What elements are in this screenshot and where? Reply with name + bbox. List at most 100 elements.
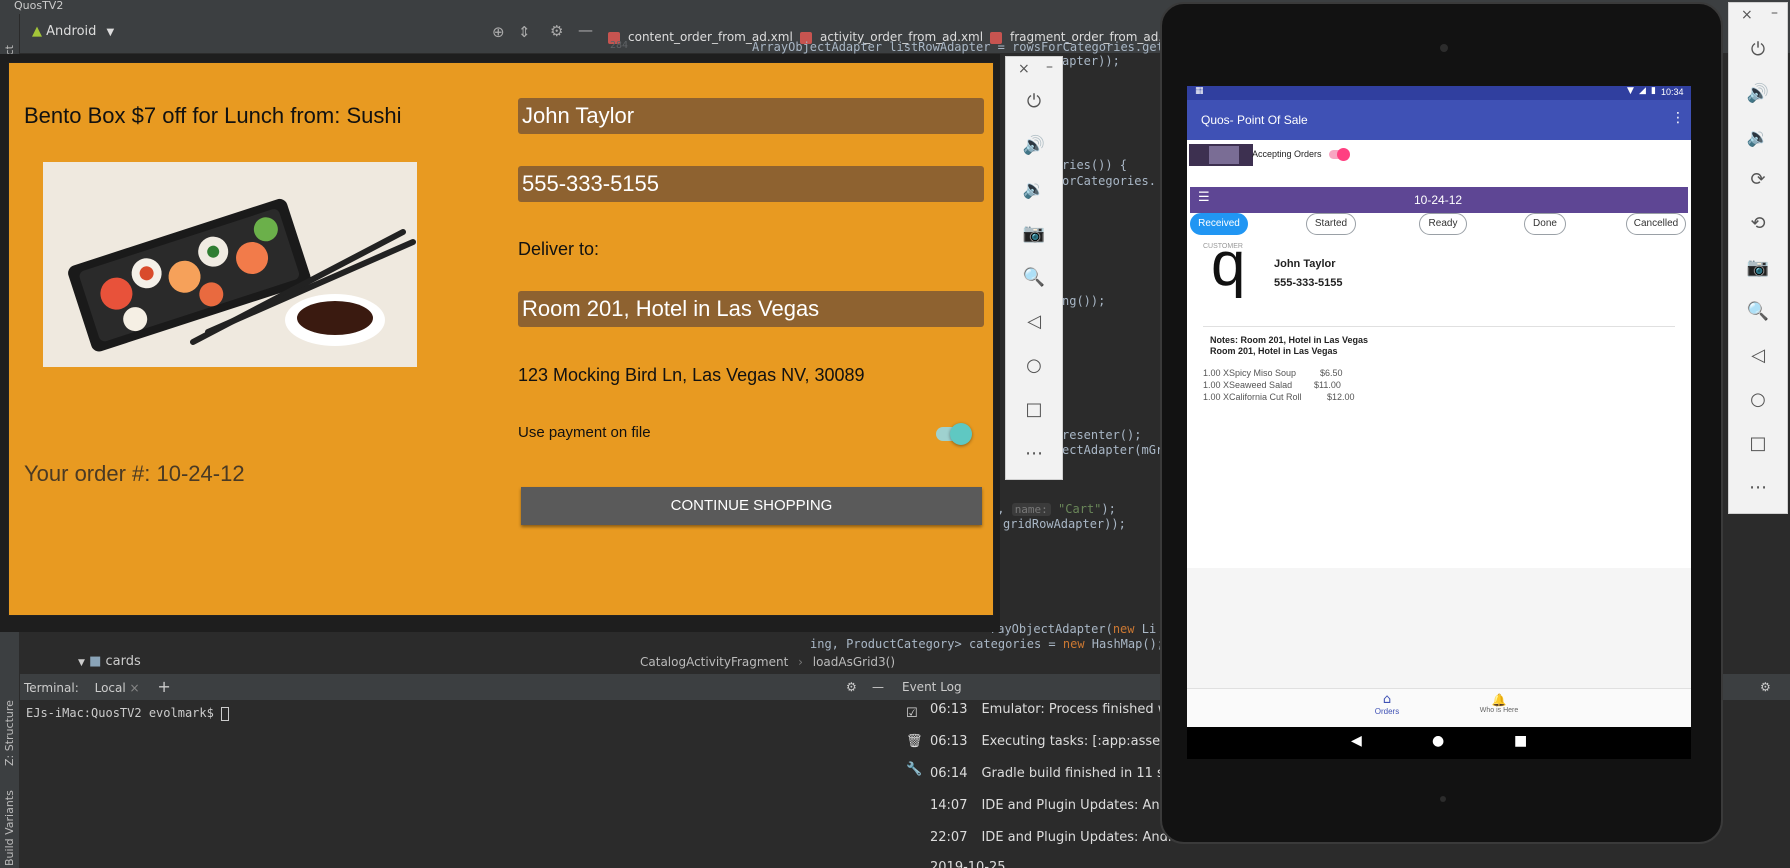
home-icon[interactable]: ●	[1432, 733, 1444, 749]
structure-tool-label[interactable]: Z: Structure	[3, 700, 16, 766]
home-icon: ⌂	[1382, 692, 1392, 707]
event-log-entry[interactable]: 06:14 Gradle build finished in 11 s	[930, 766, 1178, 781]
volume-up-icon[interactable]: 🔊	[1006, 135, 1062, 156]
gear-icon[interactable]: ⚙	[1760, 674, 1771, 700]
payment-label: Use payment on file	[518, 424, 651, 441]
battery-icon: ▮	[1651, 86, 1656, 96]
tablet-screen: ▦ ▼ ◢ ▮ 10:34 Quos- Point Of Sale ⋮ Acce…	[1187, 86, 1691, 727]
breadcrumb-item[interactable]: CatalogActivityFragment	[640, 655, 788, 669]
name-field[interactable]: John Taylor	[518, 98, 984, 134]
code-line: ries()) {	[1062, 158, 1128, 172]
power-icon[interactable]: ⏻	[1006, 91, 1062, 112]
event-log-panel: ☑ 🗑 🔧 06:13 Emulator: Process finished w …	[900, 700, 1173, 868]
zoom-icon[interactable]: 🔍	[1006, 267, 1062, 288]
order-title: 10-24-12	[1414, 193, 1463, 207]
sd-card-icon: ▦	[1195, 86, 1204, 96]
overview-icon[interactable]: ■	[1514, 733, 1527, 749]
collapse-icon[interactable]: ⇕	[518, 23, 531, 41]
wifi-icon: ▼	[1627, 86, 1634, 96]
signal-icon: ◢	[1639, 86, 1646, 96]
overview-icon[interactable]: □	[1729, 433, 1787, 454]
android-view-selector[interactable]: ▲ Android ▼	[32, 24, 114, 39]
close-icon[interactable]: ×	[130, 681, 140, 695]
terminal-panel[interactable]: EJs-iMac:QuosTV2 evolmark$	[20, 700, 900, 868]
volume-up-icon[interactable]: 🔊	[1729, 83, 1787, 104]
close-icon[interactable]: ×	[1018, 61, 1030, 77]
minimize-icon[interactable]: –	[1771, 5, 1778, 21]
hamburger-menu-icon[interactable]: ☰	[1198, 190, 1210, 205]
overflow-menu-icon[interactable]: ⋮	[1671, 110, 1685, 126]
customer-phone: 555-333-5155	[1274, 277, 1343, 289]
project-tree: ▼ ■ cards	[20, 650, 590, 674]
breadcrumb: CatalogActivityFragment › loadAsGrid3()	[640, 650, 1180, 674]
event-log-entry[interactable]: 22:07 IDE and Plugin Updates: Andr	[930, 830, 1187, 845]
mark-read-icon[interactable]: ☑	[906, 706, 918, 721]
power-icon[interactable]: ⏻	[1729, 39, 1787, 60]
customer-avatar: q	[1211, 230, 1246, 299]
code-line: ectAdapter(mGr	[1062, 443, 1164, 457]
tree-item-cards[interactable]: ▼ ■ cards	[78, 654, 141, 669]
terminal-tab-local[interactable]: Local ×	[95, 681, 140, 695]
camera-icon[interactable]: 📷	[1006, 223, 1062, 244]
filter-started[interactable]: Started	[1306, 213, 1356, 235]
volume-down-icon[interactable]: 🔉	[1729, 127, 1787, 148]
event-log-entry[interactable]: 06:13 Emulator: Process finished w	[930, 702, 1182, 717]
nav-who-is-here[interactable]: 🔔 Who is Here	[1459, 693, 1539, 714]
camera-dot-icon	[1440, 44, 1448, 52]
code-line: l, name: "Cart");	[990, 502, 1116, 516]
more-icon[interactable]: ⋯	[1006, 443, 1062, 464]
divider	[1203, 326, 1675, 327]
event-log-entry[interactable]: 14:07 IDE and Plugin Updates: And	[930, 798, 1182, 813]
minimize-icon[interactable]: –	[1046, 59, 1053, 75]
build-variants-tool-label[interactable]: Build Variants	[3, 790, 16, 866]
camera-icon[interactable]: 📷	[1729, 257, 1787, 278]
delivery-address-field[interactable]: Room 201, Hotel in Las Vegas	[518, 291, 984, 327]
phone-field[interactable]: 555-333-5155	[518, 166, 984, 202]
filter-cancelled[interactable]: Cancelled	[1626, 213, 1686, 235]
home-icon[interactable]: ○	[1006, 355, 1062, 376]
code-line: ng());	[1062, 294, 1106, 308]
app-bar: Quos- Point Of Sale ⋮	[1187, 100, 1691, 140]
gear-icon[interactable]: ⚙	[550, 22, 563, 40]
back-icon[interactable]: ◀	[1351, 733, 1362, 749]
order-number: Your order #: 10-24-12	[24, 461, 245, 486]
rotate-left-icon[interactable]: ⟳	[1729, 169, 1787, 190]
rotate-right-icon[interactable]: ⟲	[1729, 213, 1787, 234]
nav-orders[interactable]: ⌂ Orders	[1357, 692, 1417, 717]
continue-shopping-button[interactable]: CONTINUE SHOPPING	[521, 487, 982, 525]
home-icon[interactable]: ○	[1729, 389, 1787, 410]
bell-icon: 🔔	[1491, 693, 1507, 707]
filter-done[interactable]: Done	[1524, 213, 1566, 235]
android-icon: ▲	[32, 24, 42, 39]
wrench-icon[interactable]: 🔧	[906, 762, 922, 777]
filter-ready[interactable]: Ready	[1419, 213, 1467, 235]
chevron-down-icon: ▼	[106, 27, 115, 38]
accepting-orders-toggle[interactable]	[1329, 148, 1350, 161]
event-log-entry[interactable]: 06:13 Executing tasks: [:app:assen	[930, 734, 1182, 749]
event-log-label: Event Log	[902, 680, 962, 694]
payment-toggle[interactable]	[936, 423, 972, 445]
zoom-icon[interactable]: 🔍	[1729, 301, 1787, 322]
close-icon[interactable]: ×	[1741, 7, 1753, 23]
trash-icon[interactable]: 🗑	[906, 734, 923, 749]
event-log-entry[interactable]: 2019-10-25	[930, 860, 1034, 868]
target-icon[interactable]: ⊕	[492, 23, 505, 41]
minimize-icon[interactable]: —	[578, 21, 593, 39]
volume-down-icon[interactable]: 🔉	[1006, 179, 1062, 200]
terminal-header: Terminal: Local × + ⚙ —	[20, 674, 900, 700]
code-line: rayObjectAdapter(new Li	[990, 622, 1157, 636]
gear-icon[interactable]: ⚙	[846, 674, 857, 700]
tv-emulator-toolbar: × – ⏻ 🔊 🔉 📷 🔍 ◁ ○ □ ⋯	[1005, 56, 1063, 480]
add-icon[interactable]: +	[157, 677, 170, 696]
overview-icon[interactable]: □	[1006, 399, 1062, 420]
empty-area	[1187, 568, 1691, 688]
minimize-icon[interactable]: —	[872, 674, 884, 700]
back-icon[interactable]: ◁	[1006, 311, 1062, 332]
breadcrumb-item[interactable]: loadAsGrid3()	[813, 655, 895, 669]
back-icon[interactable]: ◁	[1729, 345, 1787, 366]
code-line: orCategories.	[1062, 174, 1156, 188]
expand-arrow-icon[interactable]: ▼	[78, 658, 85, 668]
deliver-to-label: Deliver to:	[518, 239, 600, 259]
sushi-image	[43, 162, 417, 367]
more-icon[interactable]: ⋯	[1729, 477, 1787, 498]
